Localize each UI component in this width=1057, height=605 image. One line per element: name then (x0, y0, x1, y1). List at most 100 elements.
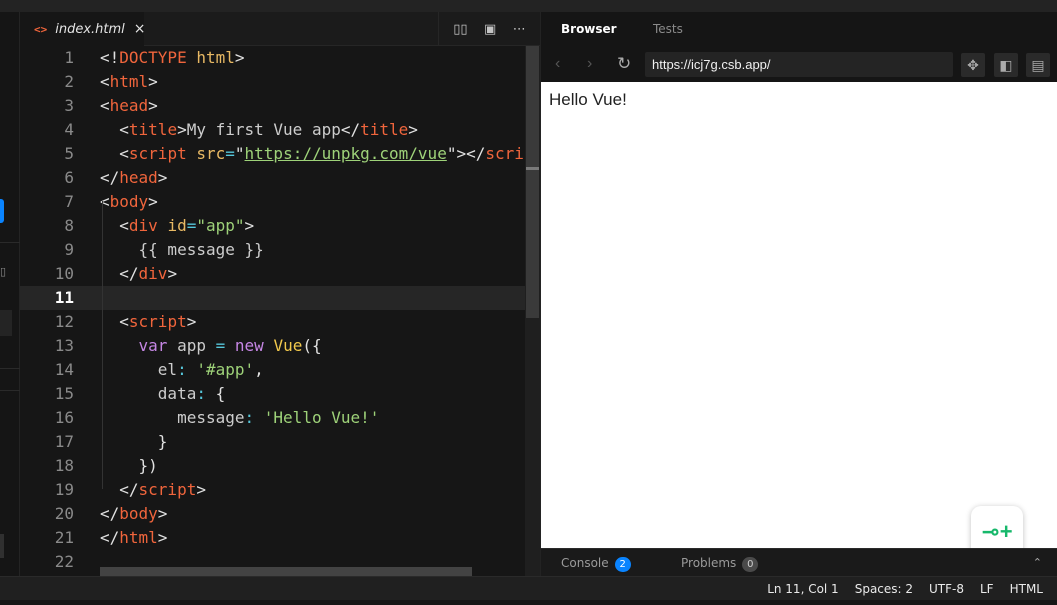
code-token: data (100, 384, 197, 403)
code-line[interactable]: 9 {{ message }} (20, 238, 540, 262)
code-line[interactable]: 11 (20, 286, 540, 310)
console-tab[interactable]: Console 2 (561, 549, 631, 577)
close-icon[interactable]: × (134, 21, 146, 37)
code-line[interactable]: 21 </html> (20, 526, 540, 550)
code-text: el: '#app', (100, 358, 264, 382)
code-token: title (128, 120, 178, 139)
code-token: }) (100, 456, 158, 475)
code-token: title (360, 120, 409, 139)
code-token: app (167, 336, 216, 355)
code-token: script (128, 144, 187, 163)
code-token: </ (100, 504, 120, 523)
tab-browser[interactable]: Browser (561, 12, 617, 46)
status-bar: Ln 11, Col 1 Spaces: 2 UTF-8 LF HTML (0, 576, 1057, 600)
code-line[interactable]: 2 <html> (20, 70, 540, 94)
code-line[interactable]: 1 <!DOCTYPE html> (20, 46, 540, 70)
browser-navbar: ‹ › ↻ https://icj7g.csb.app/ ✥ ◧ ▤ (541, 46, 1057, 82)
preview-tabs: Browser Tests (541, 12, 1057, 46)
activity-item[interactable] (0, 534, 4, 558)
window-top-strip (0, 0, 1057, 12)
code-token: https://unpkg.com/vue (244, 144, 447, 163)
code-token: = (215, 336, 226, 355)
chevron-up-icon[interactable]: ⌃ (1033, 549, 1042, 577)
activity-divider (0, 390, 20, 391)
tab-tests[interactable]: Tests (653, 12, 683, 46)
back-arrow-icon[interactable]: ‹ (555, 46, 560, 82)
editor-actions: ▯▯ ▣ ⋯ (438, 12, 540, 46)
problems-tab[interactable]: Problems 0 (681, 549, 759, 577)
line-number: 18 (54, 456, 74, 475)
code-area[interactable]: 1 <!DOCTYPE html> 2 <html> 3 <head> 4 <title>M… (20, 46, 540, 576)
code-line[interactable]: 12 <script> (20, 310, 540, 334)
code-text: <html> (100, 70, 158, 94)
code-token: el (100, 360, 178, 379)
code-token: > (196, 480, 206, 499)
activity-item-selected[interactable] (0, 310, 12, 336)
code-token: : (244, 408, 255, 427)
line-number: 5 (64, 144, 74, 163)
tab-label: index.html (55, 21, 125, 37)
reload-icon[interactable]: ↻ (617, 46, 631, 82)
code-token: ({ (302, 336, 322, 355)
problems-count-badge: 0 (742, 557, 759, 572)
code-line[interactable]: 3 <head> (20, 94, 540, 118)
code-brackets-icon: <> (34, 22, 48, 36)
vertical-scrollbar-thumb[interactable] (526, 46, 539, 318)
activity-partial-icon[interactable]: ▯ (0, 265, 6, 278)
indentation[interactable]: Spaces: 2 (855, 582, 913, 596)
scrollbar-cursor-marker (526, 167, 539, 170)
code-line[interactable]: 20 </body> (20, 502, 540, 526)
code-line[interactable]: 4 <title>My first Vue app</title> (20, 118, 540, 142)
codesandbox-icon[interactable]: ✥ (961, 53, 985, 77)
console-label: Console (561, 556, 609, 570)
split-editor-icon[interactable]: ▯▯ (453, 21, 467, 37)
preview-panel: Browser Tests ‹ › ↻ https://icj7g.csb.ap… (540, 12, 1057, 576)
line-ending[interactable]: LF (980, 582, 994, 596)
code-line[interactable]: 17 } (20, 430, 540, 454)
forward-arrow-icon[interactable]: › (587, 46, 592, 82)
code-line[interactable]: 6 </head> (20, 166, 540, 190)
code-text: <script> (100, 310, 196, 334)
code-line[interactable]: 8 <div id="app"> (20, 214, 540, 238)
code-token: <! (100, 48, 120, 67)
editor-tab-bar: <> index.html × ▯▯ ▣ ⋯ (20, 12, 540, 46)
code-token: > (186, 312, 197, 331)
window-bottom-strip (0, 600, 1057, 605)
url-input[interactable]: https://icj7g.csb.app/ (645, 52, 953, 77)
code-line[interactable]: 7 <body> (20, 190, 540, 214)
code-line[interactable]: 13 var app = new Vue({ (20, 334, 540, 358)
line-number: 15 (54, 384, 74, 403)
code-text: <head> (100, 94, 158, 118)
toggle-devtools-icon[interactable]: ▤ (1026, 53, 1050, 77)
code-line[interactable]: 14 el: '#app', (20, 358, 540, 382)
more-actions-icon[interactable]: ⋯ (513, 21, 526, 37)
open-preview-icon[interactable]: ▣ (484, 21, 496, 37)
language-mode[interactable]: HTML (1010, 582, 1043, 596)
code-token: > (157, 168, 168, 187)
code-line[interactable]: 18 }) (20, 454, 540, 478)
code-line[interactable]: 15 data: { (20, 382, 540, 406)
line-number: 17 (54, 432, 74, 451)
code-token: </ (100, 264, 139, 283)
code-token: > (157, 504, 168, 523)
code-editor: <> index.html × ▯▯ ▣ ⋯ 1 <!DOCTYPE html> 2… (20, 12, 540, 576)
cursor-position[interactable]: Ln 11, Col 1 (767, 582, 839, 596)
code-line[interactable]: 19 </script> (20, 478, 540, 502)
horizontal-scrollbar-thumb[interactable] (100, 567, 472, 576)
code-text: data: { (100, 382, 225, 406)
encoding[interactable]: UTF-8 (929, 582, 964, 596)
indent-guide (102, 201, 103, 489)
code-line[interactable]: 16 message: 'Hello Vue!' (20, 406, 540, 430)
code-line[interactable]: 10 </div> (20, 262, 540, 286)
tab-index-html[interactable]: <> index.html × (20, 12, 146, 46)
open-new-window-icon[interactable]: ◧ (994, 53, 1018, 77)
code-token: div (128, 216, 158, 235)
code-line[interactable]: 5 <script src="https://unpkg.com/vue"></… (20, 142, 540, 166)
code-token: </ (340, 120, 361, 139)
line-number: 16 (54, 408, 74, 427)
activity-bar: ▯ (0, 12, 20, 576)
code-token: < (100, 96, 110, 115)
